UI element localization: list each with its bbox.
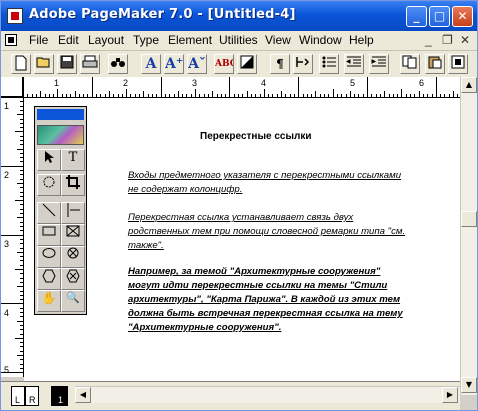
vertical-scroll-thumb[interactable] — [461, 211, 477, 227]
doc-paragraph-3-line: должна быть встречная перекрестная ссылк… — [128, 308, 403, 319]
open-icon[interactable] — [34, 54, 54, 74]
ruler-h-label: 5 — [350, 78, 356, 88]
toolbox-palette[interactable]: T ✋ 🔍 — [34, 106, 87, 315]
pointer-tool-icon[interactable] — [37, 149, 61, 171]
fill-icon[interactable] — [237, 54, 257, 74]
horizontal-ruler[interactable]: 1 2 3 4 5 6 — [23, 77, 460, 98]
polygon-frame-tool-icon[interactable] — [61, 268, 85, 290]
doc-paragraph-1-line: Входы предметного указателя с перекрестн… — [128, 170, 402, 181]
polygon-tool-icon[interactable] — [37, 268, 61, 290]
doc-paragraph-3-line: архитектуры", "Карта Парижа". В каждой и… — [128, 294, 401, 305]
title-bar[interactable]: Adobe PageMaker 7.0 - [Untitled-4] _ □ ✕ — [1, 1, 477, 31]
doc-paragraph-2-line: родственных тем при помощи словесной рем… — [128, 226, 406, 237]
rectangle-frame-tool-icon[interactable] — [61, 224, 85, 246]
indent-left-icon[interactable] — [344, 54, 364, 74]
doc-close-button[interactable]: ✕ — [460, 33, 470, 47]
ruler-v-label: 3 — [4, 239, 10, 249]
ruler-h-label: 1 — [54, 78, 60, 88]
doc-paragraph-2-line: также". — [128, 240, 164, 251]
menu-view[interactable]: View — [265, 33, 291, 47]
toolbox-title-bar[interactable] — [37, 109, 84, 120]
doc-paragraph-1-line: не содержат колонцифр. — [128, 184, 243, 195]
left-master-page-tab[interactable]: L — [11, 386, 25, 406]
ruler-h-label: 4 — [261, 78, 267, 88]
print-icon[interactable] — [80, 54, 100, 74]
close-button[interactable]: ✕ — [452, 6, 473, 27]
document-page[interactable]: Перекрестные ссылки Входы предметного ук… — [24, 98, 460, 381]
zoom-tool-icon[interactable]: 🔍 — [61, 290, 85, 312]
maximize-button[interactable]: □ — [429, 6, 450, 27]
menu-help[interactable]: Help — [349, 33, 374, 47]
hyphenation-icon[interactable] — [293, 54, 313, 74]
save-icon[interactable] — [57, 54, 77, 74]
menu-utilities[interactable]: Utilities — [219, 33, 258, 47]
horizontal-scrollbar[interactable]: ◀ ▶ — [75, 386, 460, 403]
ruler-h-label: 6 — [419, 78, 425, 88]
paste-icon[interactable] — [425, 54, 445, 74]
text-tool-icon[interactable]: T — [61, 149, 85, 171]
menu-bar: File Edit Layout Type Element Utilities … — [1, 31, 477, 51]
new-icon[interactable] — [11, 54, 31, 74]
window-title: Adobe PageMaker 7.0 - [Untitled-4] — [29, 7, 296, 22]
menu-element[interactable]: Element — [168, 33, 212, 47]
menu-edit[interactable]: Edit — [58, 33, 79, 47]
scroll-down-button[interactable]: ▼ — [461, 377, 477, 393]
ruler-origin[interactable] — [1, 77, 23, 97]
ellipse-frame-tool-icon[interactable] — [61, 246, 85, 268]
bullets-icon[interactable] — [319, 54, 339, 74]
right-master-page-tab[interactable]: R — [25, 386, 39, 406]
spell-check-icon[interactable]: ABC — [214, 54, 234, 74]
menu-type[interactable]: Type — [133, 33, 159, 47]
menu-window[interactable]: Window — [299, 33, 342, 47]
doc-minimize-button[interactable]: _ — [425, 33, 432, 47]
hand-tool-icon[interactable]: ✋ — [37, 290, 61, 312]
find-icon[interactable] — [108, 54, 128, 74]
document-menu-icon[interactable] — [5, 34, 17, 46]
menu-layout[interactable]: Layout — [88, 33, 124, 47]
copy-icon[interactable] — [400, 54, 420, 74]
font-icon[interactable]: A — [141, 54, 161, 74]
doc-paragraph-2-line: Перекрестная ссылка устанавливает связь … — [128, 212, 354, 223]
doc-restore-button[interactable]: ❐ — [442, 33, 453, 47]
font-grow-icon[interactable]: A⁺ — [164, 54, 184, 74]
constrained-line-tool-icon[interactable] — [61, 202, 85, 224]
pagemaker-window: Adobe PageMaker 7.0 - [Untitled-4] _ □ ✕… — [0, 0, 478, 411]
pagemaker-app-icon[interactable] — [7, 8, 23, 24]
crop-tool-icon[interactable] — [61, 174, 85, 196]
pagemaker-logo — [37, 125, 84, 145]
doc-paragraph-3-line: Например, за темой "Архитектурные сооруж… — [128, 266, 381, 277]
vertical-scrollbar[interactable]: ▲ ▼ — [460, 77, 477, 395]
ruler-v-label: 5 — [4, 365, 10, 375]
doc-paragraph-3-line: "Архитектурные сооружения". — [128, 322, 282, 333]
scroll-right-button[interactable]: ▶ — [442, 387, 458, 403]
indent-right-icon[interactable] — [369, 54, 389, 74]
doc-paragraph-3-line: могут идти перекрестные ссылки на темы "… — [128, 280, 388, 291]
vertical-ruler[interactable]: 1 2 3 4 5 — [1, 97, 24, 377]
ruler-h-label: 2 — [123, 78, 129, 88]
toolbar: A A⁺ Aˇ ABC ¶ — [1, 51, 477, 78]
minimize-button[interactable]: _ — [406, 6, 427, 27]
status-bar: L R 1 ◀ ▶ — [1, 381, 460, 410]
paragraph-icon[interactable]: ¶ — [270, 54, 290, 74]
ruler-v-label: 1 — [4, 101, 10, 111]
place-icon[interactable] — [448, 54, 468, 74]
doc-heading: Перекрестные ссылки — [200, 131, 312, 142]
scroll-left-button[interactable]: ◀ — [75, 387, 91, 403]
scroll-up-button[interactable]: ▲ — [461, 77, 477, 93]
line-tool-icon[interactable] — [37, 202, 61, 224]
ruler-v-label: 4 — [4, 308, 10, 318]
ruler-v-label: 2 — [4, 170, 10, 180]
ellipse-tool-icon[interactable] — [37, 246, 61, 268]
page-1-tab[interactable]: 1 — [51, 386, 68, 406]
font-shrink-icon[interactable]: Aˇ — [187, 54, 207, 74]
menu-file[interactable]: File — [29, 33, 48, 47]
ruler-h-label: 3 — [192, 78, 198, 88]
rotate-tool-icon[interactable] — [37, 174, 61, 196]
rectangle-tool-icon[interactable] — [37, 224, 61, 246]
